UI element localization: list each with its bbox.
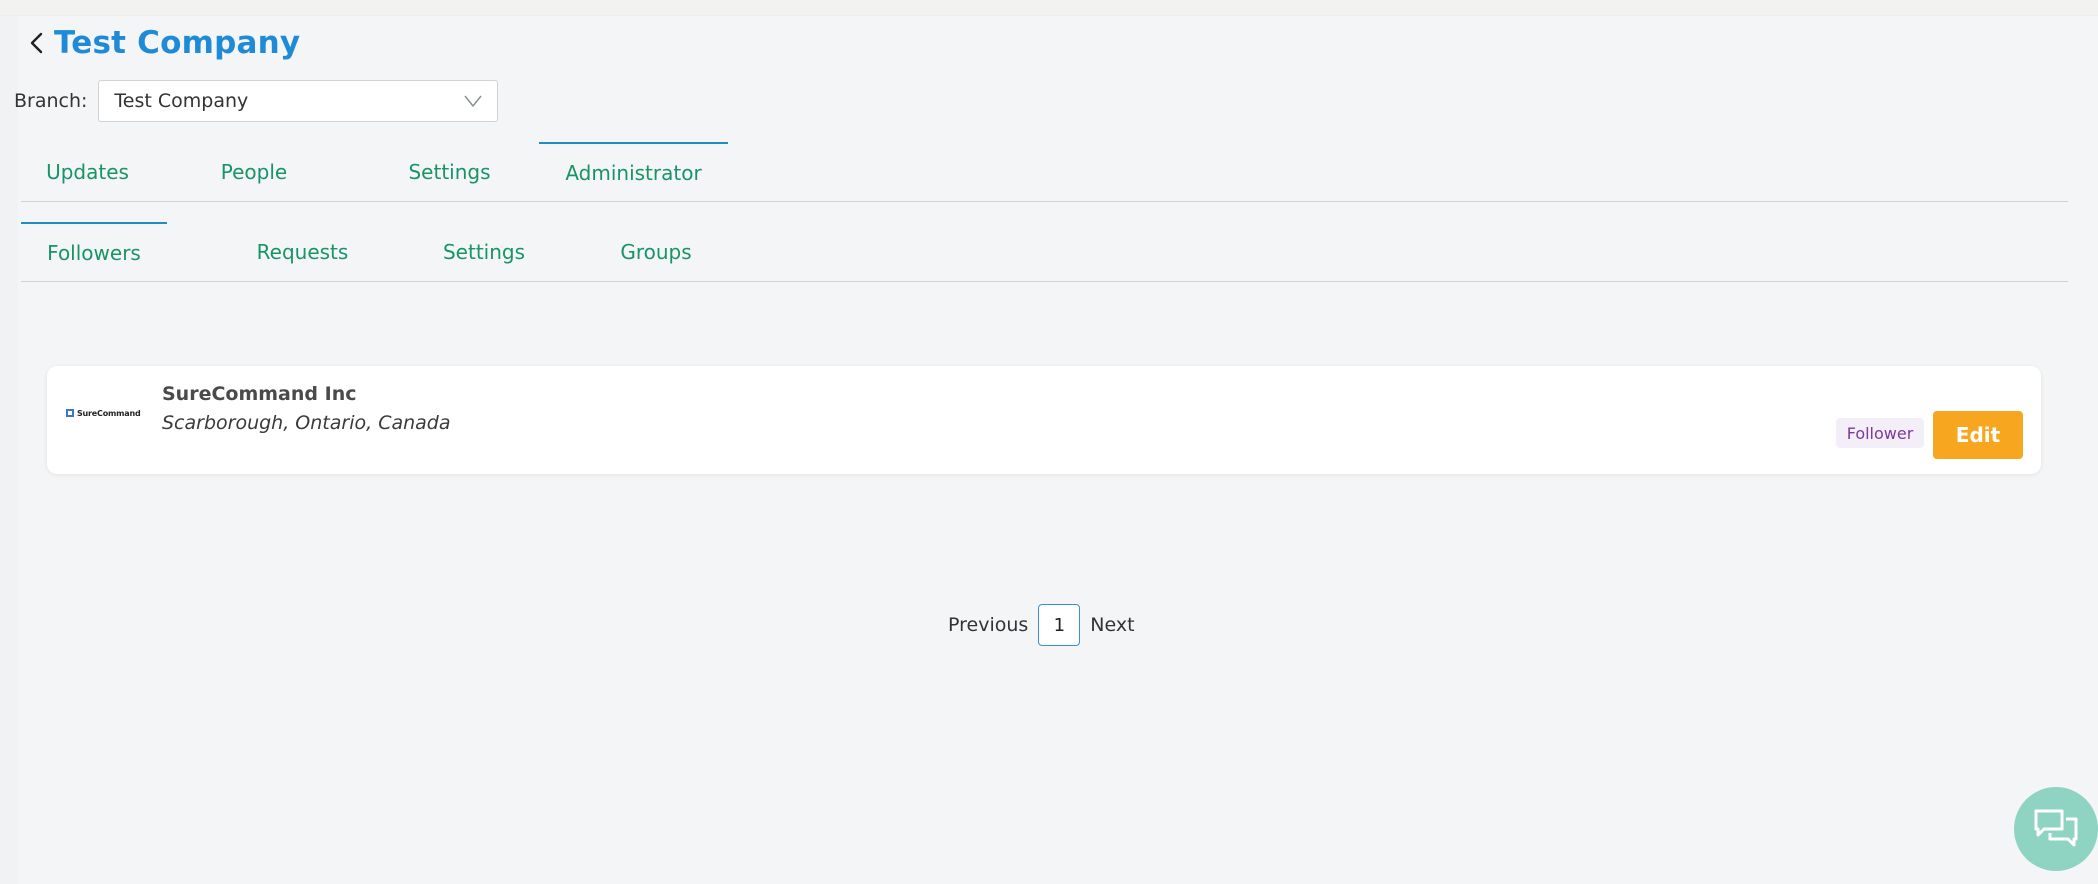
pagination: Previous 1 Next: [948, 604, 1135, 646]
follower-name: SureCommand Inc: [162, 383, 357, 405]
follower-card: SureCommand SureCommand Inc Scarborough,…: [47, 366, 2041, 474]
branch-label: Branch:: [14, 90, 88, 112]
role-badge: Follower: [1836, 418, 1924, 448]
branch-selected-value: Test Company: [114, 90, 249, 112]
tab-groups[interactable]: Groups: [579, 222, 733, 281]
chevron-left-icon: [30, 32, 43, 54]
logo-mark-icon: [66, 409, 74, 417]
branch-row: Branch: Test Company: [14, 80, 499, 122]
tab-updates[interactable]: Updates: [21, 142, 154, 201]
chat-button[interactable]: [2014, 787, 2098, 871]
chevron-down-icon: [464, 95, 483, 107]
tab-settings[interactable]: Settings: [361, 142, 538, 201]
secondary-tabs: Followers Requests Settings Groups: [21, 222, 2068, 282]
primary-tabs: Updates People Settings Administrator: [21, 142, 2068, 202]
left-strip: [0, 16, 18, 884]
logo-text: SureCommand: [77, 408, 141, 418]
page-title: Test Company: [54, 25, 301, 61]
page-header: Test Company: [22, 20, 300, 66]
previous-page-link[interactable]: Previous: [948, 614, 1028, 636]
top-strip: [0, 0, 2098, 16]
next-page-link[interactable]: Next: [1090, 614, 1134, 636]
follower-location: Scarborough, Ontario, Canada: [162, 412, 451, 434]
company-logo: SureCommand: [66, 403, 146, 423]
tab-administrator[interactable]: Administrator: [539, 142, 728, 201]
tab-people[interactable]: People: [194, 142, 314, 201]
tab-admin-settings[interactable]: Settings: [421, 222, 547, 281]
tab-requests[interactable]: Requests: [217, 222, 388, 281]
tab-followers[interactable]: Followers: [21, 222, 167, 281]
chat-bubbles-icon: [2034, 809, 2078, 847]
back-button[interactable]: [22, 23, 50, 63]
edit-button[interactable]: Edit: [1933, 411, 2023, 459]
branch-select[interactable]: Test Company: [98, 80, 499, 122]
page-number[interactable]: 1: [1038, 604, 1081, 646]
